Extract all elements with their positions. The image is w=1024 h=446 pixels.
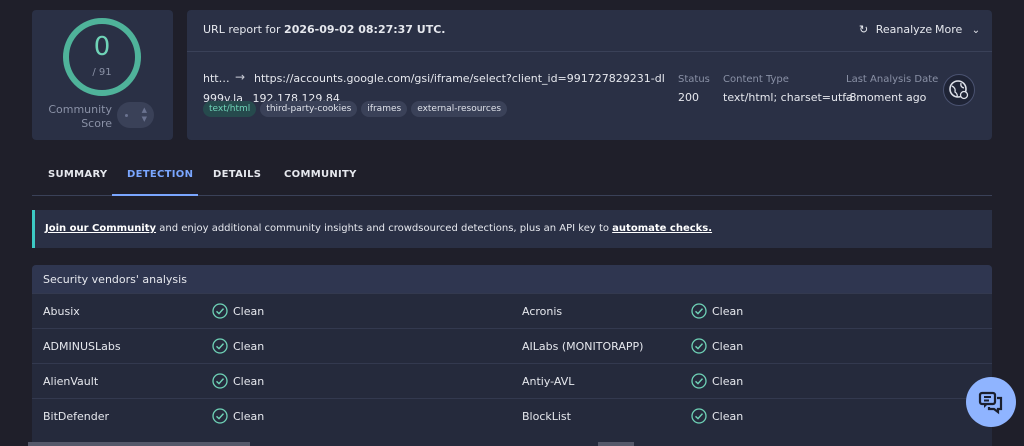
- community-score-vote[interactable]: ▲ ▼: [117, 102, 154, 128]
- vote-down-icon[interactable]: ▼: [142, 116, 147, 123]
- vendors-title: Security vendors' analysis: [43, 273, 187, 286]
- score-value: 0: [93, 32, 111, 62]
- check-circle-icon: [212, 338, 228, 354]
- vendor-result: Clean: [233, 410, 265, 423]
- banner-middle-text: and enjoy additional community insights …: [156, 223, 613, 234]
- vendor-name: Antiy-AVL: [522, 375, 575, 388]
- check-circle-icon: [691, 373, 707, 389]
- check-circle-icon: [212, 408, 228, 424]
- vendor-row: Abusix Clean Acronis Clean: [32, 293, 992, 329]
- vendor-name: AlienVault: [43, 375, 99, 388]
- vendor-name: BlockList: [522, 410, 571, 423]
- horizontal-scrollbar-thumb[interactable]: [28, 442, 250, 446]
- community-label-line1: Community: [48, 103, 112, 116]
- vendor-result: Clean: [712, 375, 744, 388]
- redirect-arrow-icon: →: [235, 70, 246, 84]
- vendor-name: Acronis: [522, 305, 563, 318]
- report-tabs: SUMMARY DETECTION DETAILS COMMUNITY: [32, 165, 992, 196]
- tag-text-html[interactable]: text/html: [203, 101, 257, 117]
- vendor-row: AlienVault Clean Antiy-AVL Clean: [32, 363, 992, 399]
- vendor-result: Clean: [233, 340, 265, 353]
- tag-external-resources[interactable]: external-resources: [411, 101, 508, 117]
- content-type-label: Content Type: [723, 74, 789, 85]
- content-type-value: text/html; charset=utf-8: [723, 91, 857, 104]
- vendor-row: BitDefender Clean BlockList Clean: [32, 398, 992, 434]
- vendor-name: BitDefender: [43, 410, 110, 423]
- community-banner: Join our Community and enjoy additional …: [32, 210, 992, 248]
- detection-score-card: 0 / 91 Community Score ▲ ▼: [32, 10, 173, 140]
- report-title: URL report for 2026-09-02 08:27:37 UTC.: [203, 23, 445, 36]
- chat-icon: [978, 391, 1003, 415]
- tag-iframes[interactable]: iframes: [361, 101, 408, 117]
- active-tab-indicator: [112, 194, 198, 196]
- globe-link-icon[interactable]: [943, 74, 975, 106]
- check-circle-icon: [691, 303, 707, 319]
- tab-detection[interactable]: DETECTION: [127, 169, 193, 180]
- community-label-line2: Score: [81, 117, 112, 130]
- vendor-name: ADMINUSLabs: [43, 340, 121, 353]
- check-circle-icon: [691, 408, 707, 424]
- horizontal-scrollbar-segment[interactable]: [598, 442, 634, 446]
- vote-up-icon[interactable]: ▲: [142, 107, 147, 114]
- vendor-result: Clean: [233, 375, 265, 388]
- automate-checks-link[interactable]: automate checks.: [612, 223, 712, 234]
- source-url[interactable]: htt…: [203, 72, 230, 85]
- tag-third-party-cookies[interactable]: third-party-cookies: [260, 101, 358, 117]
- more-label: More: [935, 23, 963, 36]
- report-title-prefix: URL report for: [203, 23, 285, 36]
- vendor-result: Clean: [712, 305, 744, 318]
- status-label: Status: [678, 74, 710, 85]
- chat-button[interactable]: [966, 377, 1016, 427]
- url-report-header: URL report for 2026-09-02 08:27:37 UTC. …: [187, 10, 992, 140]
- vendor-result: Clean: [233, 305, 265, 318]
- reanalyze-label: Reanalyze: [875, 23, 933, 36]
- check-circle-icon: [691, 338, 707, 354]
- check-circle-icon: [212, 303, 228, 319]
- more-button[interactable]: More ⌄: [935, 23, 980, 36]
- check-circle-icon: [212, 373, 228, 389]
- last-analysis-value: a moment ago: [846, 91, 927, 104]
- refresh-icon: ↻: [859, 23, 869, 36]
- chevron-down-icon: ⌄: [971, 25, 981, 36]
- last-analysis-label: Last Analysis Date: [846, 74, 939, 85]
- reanalyze-button[interactable]: ↻ Reanalyze: [859, 23, 932, 36]
- score-total: / 91: [92, 67, 112, 78]
- tab-summary[interactable]: SUMMARY: [48, 169, 107, 180]
- vendors-header: Security vendors' analysis: [32, 265, 992, 293]
- tab-details[interactable]: DETAILS: [213, 169, 261, 180]
- vendor-row: ADMINUSLabs Clean AILabs (MONITORAPP) Clean: [32, 328, 992, 364]
- tag-list: text/html third-party-cookies iframes ex…: [203, 101, 508, 117]
- vendor-result: Clean: [712, 410, 744, 423]
- banner-text: Join our Community and enjoy additional …: [45, 223, 712, 234]
- status-value: 200: [678, 91, 699, 104]
- join-community-link[interactable]: Join our Community: [45, 223, 156, 234]
- vendors-analysis-table: Security vendors' analysis Abusix Clean Ac…: [32, 265, 992, 446]
- tab-community[interactable]: COMMUNITY: [284, 169, 357, 180]
- community-score-label: Community Score: [38, 103, 112, 131]
- vendor-result: Clean: [712, 340, 744, 353]
- report-timestamp: 2026-09-02 08:27:37 UTC.: [284, 23, 446, 36]
- vendor-name: Abusix: [43, 305, 80, 318]
- vendor-name: AILabs (MONITORAPP): [522, 340, 644, 353]
- final-url[interactable]: https://accounts.google.com/gsi/iframe/s…: [254, 72, 664, 85]
